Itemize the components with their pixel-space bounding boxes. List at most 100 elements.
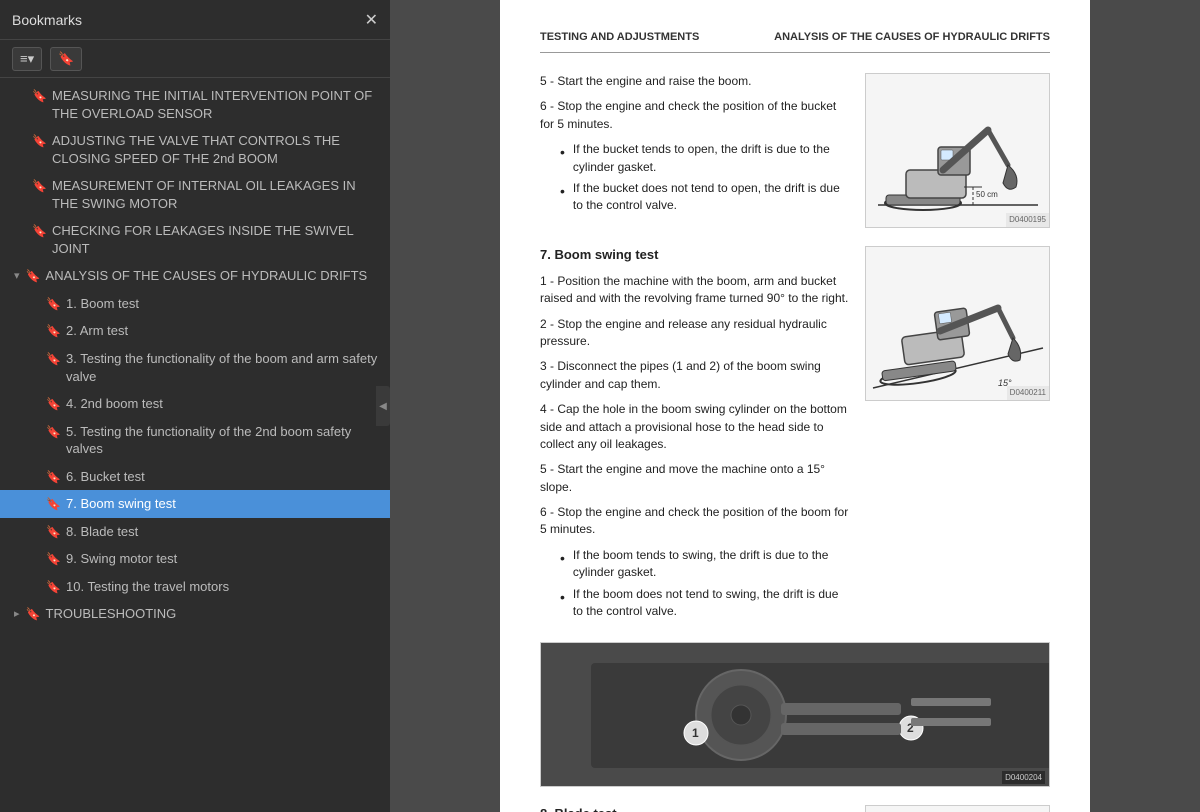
expand-icon: ▸ bbox=[14, 607, 20, 622]
bookmark-icon: 🔖 bbox=[32, 178, 46, 194]
sidebar-toolbar: ≡▾ 🔖 bbox=[0, 40, 390, 78]
bookmark-icon: 🔖 bbox=[32, 133, 46, 149]
bullet-icon: • bbox=[560, 181, 565, 201]
expand-icon: ▾ bbox=[14, 269, 20, 284]
bookmark-item-item-5-3[interactable]: 🔖 3. Testing the functionality of the boo… bbox=[0, 345, 390, 390]
blade-section: 8. Blade test 1 - Position the machine w… bbox=[540, 805, 1050, 812]
bookmark-icon: 🔖 bbox=[46, 424, 60, 440]
sidebar-close-button[interactable]: ✕ bbox=[365, 10, 378, 30]
bookmark-label: 6. Bucket test bbox=[66, 468, 380, 486]
excavator-image-1: 50 cm D0400195 bbox=[865, 73, 1050, 228]
bookmark-item-item-5-2[interactable]: 🔖 2. Arm test bbox=[0, 317, 390, 345]
collapse-handle[interactable]: ◀ bbox=[376, 386, 390, 426]
excavator-image-2: 15° D0400211 bbox=[865, 246, 1050, 401]
bookmark-item-item-5-10[interactable]: 🔖 10. Testing the travel motors bbox=[0, 573, 390, 601]
bookmark-label: 5. Testing the functionality of the 2nd … bbox=[66, 423, 380, 458]
boom-swing-bullet-1: • If the boom tends to swing, the drift … bbox=[560, 547, 851, 582]
bookmark-icon: 🔖 bbox=[46, 396, 60, 412]
bookmark-item-item-1[interactable]: 🔖 MEASURING THE INITIAL INTERVENTION POIN… bbox=[0, 82, 390, 127]
bookmarks-list: 🔖 MEASURING THE INITIAL INTERVENTION POIN… bbox=[0, 78, 390, 812]
excavator-diagram-3: 27 cm bbox=[868, 805, 1048, 812]
bookmark-icon: 🔖 bbox=[46, 351, 60, 367]
bookmark-label: ANALYSIS OF THE CAUSES OF HYDRAULIC DRIF… bbox=[46, 267, 380, 285]
boom-swing-bullet-2: • If the boom does not tend to swing, th… bbox=[560, 586, 851, 621]
bookmark-label: 10. Testing the travel motors bbox=[66, 578, 380, 596]
bookmark-icon: 🔖 bbox=[46, 469, 60, 485]
bullet-icon: • bbox=[560, 142, 565, 162]
bookmark-label: MEASUREMENT OF INTERNAL OIL LEAKAGES IN … bbox=[52, 177, 380, 212]
bookmark-item-item-2[interactable]: 🔖 ADJUSTING THE VALVE THAT CONTROLS THE C… bbox=[0, 127, 390, 172]
blade-title: 8. Blade test bbox=[540, 805, 851, 812]
hydraulic-image-section: 1 2 D0400204 bbox=[540, 642, 1050, 787]
bookmark-icon: 🔖 bbox=[46, 323, 60, 339]
image-caption-2: D0400211 bbox=[1007, 386, 1049, 400]
boom-swing-step-5: 5 - Start the engine and move the machin… bbox=[540, 461, 851, 496]
bookmark-label: MEASURING THE INITIAL INTERVENTION POINT… bbox=[52, 87, 380, 122]
bookmark-icon: 🔖 bbox=[46, 579, 60, 595]
bullet-icon: • bbox=[560, 587, 565, 607]
bookmark-item-item-5[interactable]: ▾ 🔖 ANALYSIS OF THE CAUSES OF HYDRAULIC DR… bbox=[0, 262, 390, 290]
view-options-button[interactable]: ≡▾ bbox=[12, 47, 42, 71]
page-header: TESTING AND ADJUSTMENTS ANALYSIS OF THE … bbox=[540, 30, 1050, 53]
bookmark-label: 4. 2nd boom test bbox=[66, 395, 380, 413]
boom-swing-step-6: 6 - Stop the engine and check the positi… bbox=[540, 504, 851, 539]
bookmark-icon: 🔖 bbox=[32, 88, 46, 104]
blade-text: 8. Blade test 1 - Position the machine w… bbox=[540, 805, 851, 812]
bookmark-icon: 🔖 bbox=[26, 606, 40, 622]
boom-swing-step-4: 4 - Cap the hole in the boom swing cylin… bbox=[540, 401, 851, 453]
pre-bullet-2: • If the bucket does not tend to open, t… bbox=[560, 180, 851, 215]
bookmark-label: ADJUSTING THE VALVE THAT CONTROLS THE CL… bbox=[52, 132, 380, 167]
bookmark-label: 8. Blade test bbox=[66, 523, 380, 541]
image-caption-3: D0400204 bbox=[1002, 771, 1045, 785]
bookmark-item-item-4[interactable]: 🔖 CHECKING FOR LEAKAGES INSIDE THE SWIVEL… bbox=[0, 217, 390, 262]
svg-text:50 cm: 50 cm bbox=[976, 190, 998, 199]
bookmark-label: CHECKING FOR LEAKAGES INSIDE THE SWIVEL … bbox=[52, 222, 380, 257]
excavator-diagram-2: 15° bbox=[868, 248, 1048, 398]
pre-section-text: 5 - Start the engine and raise the boom.… bbox=[540, 73, 851, 219]
bookmark-item-item-5-6[interactable]: 🔖 6. Bucket test bbox=[0, 463, 390, 491]
boom-swing-text: 7. Boom swing test 1 - Position the mach… bbox=[540, 246, 851, 624]
excavator-image-3: 27 cm D0400206 bbox=[865, 805, 1050, 812]
bookmark-item-item-5-8[interactable]: 🔖 8. Blade test bbox=[0, 518, 390, 546]
pre-bullet-1: • If the bucket tends to open, the drift… bbox=[560, 141, 851, 176]
sidebar: Bookmarks ✕ ≡▾ 🔖 🔖 MEASURING THE INITIAL … bbox=[0, 0, 390, 812]
bookmark-item-item-5-1[interactable]: 🔖 1. Boom test bbox=[0, 290, 390, 318]
page-document: TESTING AND ADJUSTMENTS ANALYSIS OF THE … bbox=[500, 0, 1090, 812]
pre-section: 5 - Start the engine and raise the boom.… bbox=[540, 73, 1050, 228]
bookmark-item-item-6[interactable]: ▸ 🔖 TROUBLESHOOTING bbox=[0, 600, 390, 628]
bookmark-item-item-5-5[interactable]: 🔖 5. Testing the functionality of the 2nd… bbox=[0, 418, 390, 463]
bookmark-icon: 🔖 bbox=[46, 551, 60, 567]
bookmark-item-item-5-4[interactable]: 🔖 4. 2nd boom test bbox=[0, 390, 390, 418]
boom-swing-section: 7. Boom swing test 1 - Position the mach… bbox=[540, 246, 1050, 624]
bookmark-label: 2. Arm test bbox=[66, 322, 380, 340]
bookmark-label: 9. Swing motor test bbox=[66, 550, 380, 568]
header-left: TESTING AND ADJUSTMENTS bbox=[540, 30, 699, 46]
boom-swing-step-3: 3 - Disconnect the pipes (1 and 2) of th… bbox=[540, 358, 851, 393]
boom-swing-step-2: 2 - Stop the engine and release any resi… bbox=[540, 316, 851, 351]
boom-swing-step-1: 1 - Position the machine with the boom, … bbox=[540, 273, 851, 308]
bookmark-icon: 🔖 bbox=[32, 223, 46, 239]
bookmark-button[interactable]: 🔖 bbox=[50, 47, 82, 71]
pre-step-5: 5 - Start the engine and raise the boom. bbox=[540, 73, 851, 90]
bookmark-item-item-5-7[interactable]: 🔖 7. Boom swing test bbox=[0, 490, 390, 518]
image-caption-1: D0400195 bbox=[1006, 213, 1049, 227]
bookmark-label: TROUBLESHOOTING bbox=[46, 605, 380, 623]
bookmark-item-item-5-9[interactable]: 🔖 9. Swing motor test bbox=[0, 545, 390, 573]
bullet-icon: • bbox=[560, 548, 565, 568]
sidebar-header: Bookmarks ✕ bbox=[0, 0, 390, 40]
excavator-diagram-1: 50 cm bbox=[868, 75, 1048, 225]
svg-text:1: 1 bbox=[692, 726, 699, 740]
bookmark-icon: 🔖 bbox=[46, 496, 60, 512]
bookmark-label: 7. Boom swing test bbox=[66, 495, 380, 513]
main-content: TESTING AND ADJUSTMENTS ANALYSIS OF THE … bbox=[390, 0, 1200, 812]
hydraulic-diagram: 1 2 D0400204 bbox=[540, 642, 1050, 787]
bookmark-icon: 🔖 bbox=[46, 296, 60, 312]
pre-step-6: 6 - Stop the engine and check the positi… bbox=[540, 98, 851, 133]
bookmark-icon: 🔖 bbox=[46, 524, 60, 540]
bookmark-icon: 🔖 bbox=[26, 268, 40, 284]
bookmark-item-item-3[interactable]: 🔖 MEASUREMENT OF INTERNAL OIL LEAKAGES IN… bbox=[0, 172, 390, 217]
header-right: ANALYSIS OF THE CAUSES OF HYDRAULIC DRIF… bbox=[774, 30, 1050, 46]
sidebar-title: Bookmarks bbox=[12, 12, 82, 28]
bookmark-label: 3. Testing the functionality of the boom… bbox=[66, 350, 380, 385]
bookmark-label: 1. Boom test bbox=[66, 295, 380, 313]
